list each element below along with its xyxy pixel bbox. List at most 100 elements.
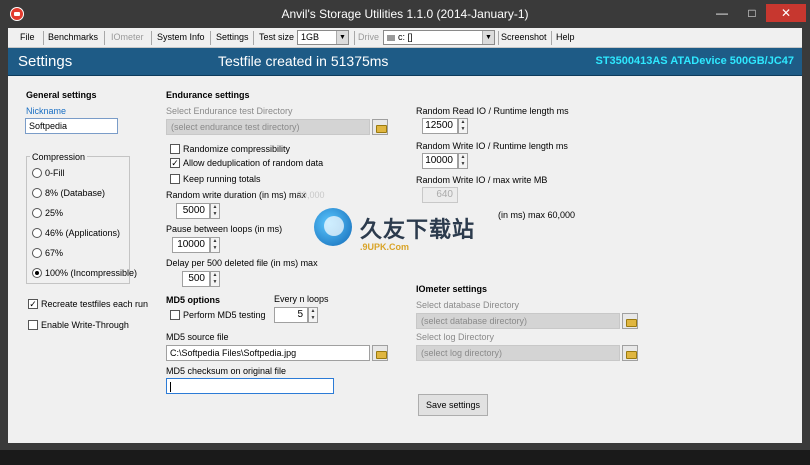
compression-radio-5[interactable]: [32, 268, 42, 278]
menu-separator: [104, 31, 105, 45]
chevron-down-icon[interactable]: ▼: [336, 31, 348, 44]
menu-separator: [210, 31, 211, 45]
compression-radio-3[interactable]: [32, 228, 42, 238]
settings-panel: General settings Nickname Softpedia Comp…: [8, 76, 802, 443]
arrow-down-icon[interactable]: ▼: [459, 161, 467, 168]
menu-separator: [354, 31, 355, 45]
maximize-button[interactable]: □: [738, 4, 766, 22]
running-totals-checkbox[interactable]: [170, 174, 180, 184]
arrow-up-icon[interactable]: ▲: [459, 154, 467, 161]
write-duration-max: 30,000: [297, 190, 325, 200]
perform-md5-checkbox[interactable]: [170, 310, 180, 320]
save-settings-button[interactable]: Save settings: [418, 394, 488, 416]
arrow-down-icon[interactable]: ▼: [211, 211, 219, 218]
menu-separator: [253, 31, 254, 45]
text-cursor: [170, 381, 171, 392]
every-n-loops-stepper[interactable]: ▲ ▼: [308, 307, 318, 323]
md5-source-input[interactable]: C:\Softpedia Files\Softpedia.jpg: [166, 345, 370, 361]
menu-iometer[interactable]: IOmeter: [111, 32, 144, 42]
compression-radio-1[interactable]: [32, 188, 42, 198]
dedup-checkbox[interactable]: ✓: [170, 158, 180, 168]
arrow-down-icon[interactable]: ▼: [459, 126, 467, 133]
menu-settings[interactable]: Settings: [216, 32, 249, 42]
recreate-testfiles-checkbox[interactable]: ✓: [28, 299, 38, 309]
nickname-label: Nickname: [26, 106, 67, 116]
menu-separator: [43, 31, 44, 45]
compression-option-label: 100% (Incompressible): [45, 268, 138, 278]
compression-option-label: 8% (Database): [45, 188, 106, 198]
drive-select[interactable]: c: [] ▼: [383, 30, 495, 45]
random-write-stepper[interactable]: ▲ ▼: [458, 153, 468, 169]
menu-benchmarks[interactable]: Benchmarks: [48, 32, 98, 42]
randomize-label: Randomize compressibility: [183, 144, 291, 154]
write-duration-stepper[interactable]: ▲ ▼: [210, 203, 220, 219]
endurance-dir-input[interactable]: (select endurance test directory): [166, 119, 370, 135]
every-n-loops-input[interactable]: 5: [274, 307, 308, 323]
watermark: 久友下载站 .9UPK.Com: [308, 200, 488, 260]
delay-input[interactable]: 500: [182, 271, 210, 287]
random-write-input[interactable]: 10000: [422, 153, 458, 169]
folder-open-icon[interactable]: [372, 119, 388, 135]
randomize-checkbox[interactable]: [170, 144, 180, 154]
drive-value: c: []: [398, 32, 413, 42]
folder-open-icon[interactable]: [622, 345, 638, 361]
arrow-down-icon[interactable]: ▼: [211, 245, 219, 252]
watermark-logo-icon: [314, 208, 352, 246]
folder-open-icon[interactable]: [622, 313, 638, 329]
arrow-up-icon[interactable]: ▲: [211, 272, 219, 279]
write-through-label: Enable Write-Through: [41, 320, 129, 330]
running-totals-label: Keep running totals: [183, 174, 261, 184]
drive-label: Drive: [358, 32, 380, 42]
max-write-label: Random Write IO / max write MB: [416, 175, 548, 185]
compression-radio-0[interactable]: [32, 168, 42, 178]
status-text: Testfile created in 51375ms: [218, 53, 389, 69]
menu-separator: [498, 31, 499, 45]
chevron-down-icon[interactable]: ▼: [482, 31, 494, 44]
compression-radio-2[interactable]: [32, 208, 42, 218]
menu-system-info[interactable]: System Info: [157, 32, 205, 42]
recreate-testfiles-label: Recreate testfiles each run: [41, 299, 149, 309]
general-settings-title: General settings: [26, 90, 97, 100]
window-title: Anvil's Storage Utilities 1.1.0 (2014-Ja…: [281, 7, 529, 21]
md5-options-title: MD5 options: [166, 295, 220, 305]
compression-label: Compression: [30, 152, 88, 162]
write-through-checkbox[interactable]: [28, 320, 38, 330]
device-name: ST3500413AS ATADevice 500GB/JC47: [595, 55, 794, 67]
compression-radio-4[interactable]: [32, 248, 42, 258]
menu-screenshot[interactable]: Screenshot: [501, 32, 547, 42]
pause-input[interactable]: 10000: [172, 237, 210, 253]
arrow-up-icon[interactable]: ▲: [211, 238, 219, 245]
endurance-dir-label: Select Endurance test Directory: [166, 106, 293, 116]
random-read-input[interactable]: 12500: [422, 118, 458, 134]
pause-stepper[interactable]: ▲ ▼: [210, 237, 220, 253]
nickname-input[interactable]: Softpedia: [25, 118, 118, 134]
drive-icon: [387, 34, 395, 41]
arrow-up-icon[interactable]: ▲: [211, 204, 219, 211]
arrow-up-icon[interactable]: ▲: [309, 308, 317, 315]
delay-stepper[interactable]: ▲ ▼: [210, 271, 220, 287]
dedup-label: Allow deduplication of random data: [183, 158, 324, 168]
write-duration-input[interactable]: 5000: [176, 203, 210, 219]
arrow-up-icon[interactable]: ▲: [459, 119, 467, 126]
minimize-button[interactable]: —: [708, 4, 736, 22]
menu-file[interactable]: File: [20, 32, 35, 42]
arrow-down-icon[interactable]: ▼: [211, 279, 219, 286]
test-size-select[interactable]: 1GB ▼: [297, 30, 349, 45]
watermark-text: 久友下载站: [360, 217, 476, 242]
log-dir-input[interactable]: (select log directory): [416, 345, 620, 361]
folder-open-icon[interactable]: [372, 345, 388, 361]
db-dir-input[interactable]: (select database directory): [416, 313, 620, 329]
random-write-label: Random Write IO / Runtime length ms: [416, 141, 568, 151]
watermark-url: .9UPK.Com: [360, 242, 410, 252]
extra-runtime-label: (in ms) max 60,000: [498, 210, 576, 220]
menu-help[interactable]: Help: [556, 32, 575, 42]
close-button[interactable]: ✕: [766, 4, 806, 22]
arrow-down-icon[interactable]: ▼: [309, 315, 317, 322]
md5-checksum-input[interactable]: [166, 378, 334, 394]
random-read-stepper[interactable]: ▲ ▼: [458, 118, 468, 134]
random-read-label: Random Read IO / Runtime length ms: [416, 106, 569, 116]
test-size-label: Test size: [259, 32, 295, 42]
test-size-value: 1GB: [301, 32, 320, 42]
pause-label: Pause between loops (in ms): [166, 224, 283, 234]
compression-option-label: 46% (Applications): [45, 228, 121, 238]
